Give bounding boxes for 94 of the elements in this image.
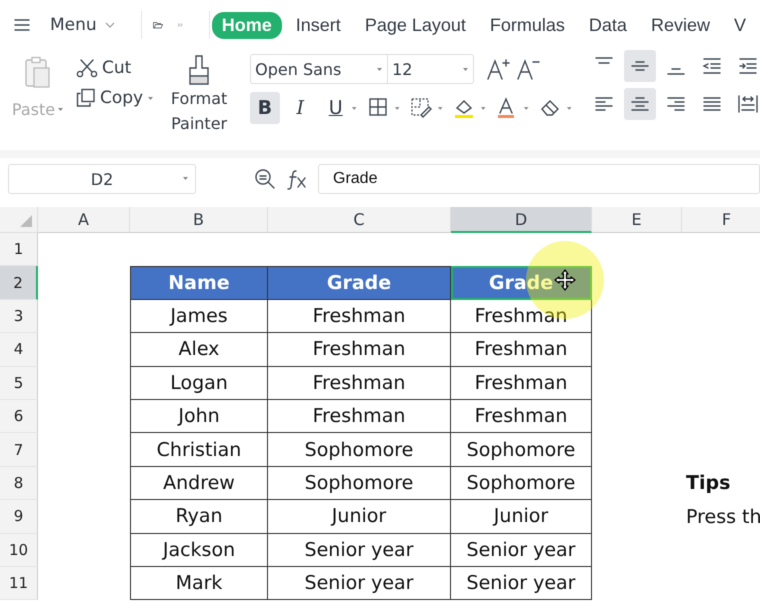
move-cursor-icon <box>554 269 576 291</box>
table-cell[interactable]: Junior <box>451 500 592 534</box>
clipboard-icon <box>24 56 52 90</box>
table-cell[interactable]: Alex <box>130 333 268 367</box>
table-cell[interactable]: Christian <box>130 433 268 467</box>
caret-icon <box>437 106 444 110</box>
align-middle-button[interactable] <box>624 50 656 82</box>
caret-icon <box>394 106 401 110</box>
row-header[interactable]: 7 <box>0 433 38 467</box>
column-header[interactable]: B <box>130 207 268 233</box>
bold-button[interactable]: B <box>250 92 280 124</box>
row-header[interactable]: 8 <box>0 466 38 500</box>
ribbon-tab[interactable]: Insert <box>286 12 351 38</box>
table-cell[interactable]: Junior <box>268 500 451 534</box>
row-header[interactable]: 2 <box>0 266 38 300</box>
caret-icon <box>57 107 64 112</box>
copy-icon <box>76 88 96 108</box>
underline-button[interactable]: U <box>320 92 350 124</box>
ribbon-tab[interactable]: Review <box>640 12 720 38</box>
format-painter-button[interactable]: Format Painter <box>164 54 234 150</box>
row-header[interactable]: 6 <box>0 400 38 434</box>
column-header[interactable]: E <box>592 207 682 233</box>
row-header[interactable]: 4 <box>0 333 38 367</box>
column-header[interactable]: D <box>451 207 592 233</box>
cell-format-icon <box>410 97 432 119</box>
table-cell[interactable]: Senior year <box>451 566 592 600</box>
ribbon-tab[interactable]: Formulas <box>480 12 575 38</box>
align-center-button[interactable] <box>624 88 656 120</box>
table-cell[interactable]: Freshman <box>451 400 592 434</box>
table-cell[interactable]: John <box>130 400 268 434</box>
chevron-icon <box>104 21 115 29</box>
column-header[interactable]: F <box>682 207 760 233</box>
row-header[interactable]: 11 <box>0 566 38 600</box>
function-icon[interactable] <box>286 168 308 190</box>
row-header[interactable]: 1 <box>0 233 38 266</box>
row-header[interactable]: 3 <box>0 300 38 334</box>
table-cell[interactable]: Andrew <box>130 466 268 500</box>
table-cell[interactable]: Sophomore <box>268 433 451 467</box>
table-cell[interactable]: Freshman <box>451 333 592 367</box>
table-cell[interactable]: Senior year <box>451 534 592 567</box>
zoom-icon[interactable] <box>254 168 276 190</box>
table-cell[interactable]: Freshman <box>451 300 592 334</box>
align-top-icon <box>593 56 616 65</box>
row-header[interactable]: 10 <box>0 534 38 567</box>
formula-field[interactable]: Grade <box>318 164 760 194</box>
table-header-cell[interactable]: Grade <box>451 266 592 300</box>
menu-button[interactable]: Menu <box>14 15 129 35</box>
table-cell[interactable]: Freshman <box>268 400 451 434</box>
table-cell[interactable]: Freshman <box>451 366 592 400</box>
column-header[interactable]: C <box>268 207 451 233</box>
row-header[interactable]: 5 <box>0 366 38 400</box>
italic-button[interactable]: I <box>286 92 315 124</box>
cut-button[interactable]: Cut <box>76 58 154 78</box>
align-distribute-icon <box>737 93 760 115</box>
caret-icon <box>147 96 154 100</box>
column-header[interactable]: A <box>38 207 130 233</box>
table-cell[interactable]: Jackson <box>130 534 268 567</box>
caret-icon <box>480 106 486 110</box>
paintbrush-icon <box>187 54 212 86</box>
caret-icon <box>182 176 189 181</box>
caret-icon <box>462 66 470 72</box>
align-bottom-icon <box>665 67 688 76</box>
table-cell[interactable]: Freshman <box>268 366 451 400</box>
font-name-field[interactable]: Open Sans <box>250 54 388 84</box>
table-cell[interactable]: Ryan <box>130 500 268 534</box>
caret-icon <box>566 106 572 110</box>
table-header-cell[interactable]: Grade <box>268 266 451 300</box>
tips-title: Tips <box>685 471 732 496</box>
caret-icon <box>376 66 384 72</box>
caret-icon <box>522 106 530 110</box>
table-cell[interactable]: James <box>130 300 268 334</box>
scissors-icon <box>76 58 98 78</box>
table-cell[interactable]: Sophomore <box>451 433 592 467</box>
table-cell[interactable]: Logan <box>130 366 268 400</box>
table-header-cell[interactable]: Name <box>130 266 268 300</box>
table-cell[interactable]: Senior year <box>268 566 451 600</box>
increase-font-icon[interactable] <box>486 57 510 81</box>
table-cell[interactable]: Sophomore <box>451 466 592 500</box>
ribbon-tab[interactable]: V <box>724 12 756 38</box>
ribbon-tab[interactable]: Data <box>578 12 637 38</box>
table-cell[interactable]: Freshman <box>268 300 451 334</box>
table-cell[interactable]: Sophomore <box>268 466 451 500</box>
tips-text: Press th <box>685 504 760 530</box>
table-cell[interactable]: Freshman <box>268 333 451 367</box>
copy-button[interactable]: Copy <box>76 88 154 108</box>
name-box[interactable]: D2 <box>8 164 196 194</box>
caret-icon <box>351 106 358 110</box>
font-size-field[interactable]: 12 <box>388 54 474 84</box>
decrease-font-icon[interactable] <box>516 57 540 81</box>
ribbon-tab[interactable]: Page Layout <box>354 12 476 38</box>
menu-icon <box>14 18 30 32</box>
table-cell[interactable]: Mark <box>130 566 268 600</box>
row-header[interactable]: 9 <box>0 500 38 534</box>
table-cell[interactable]: Senior year <box>268 534 451 567</box>
